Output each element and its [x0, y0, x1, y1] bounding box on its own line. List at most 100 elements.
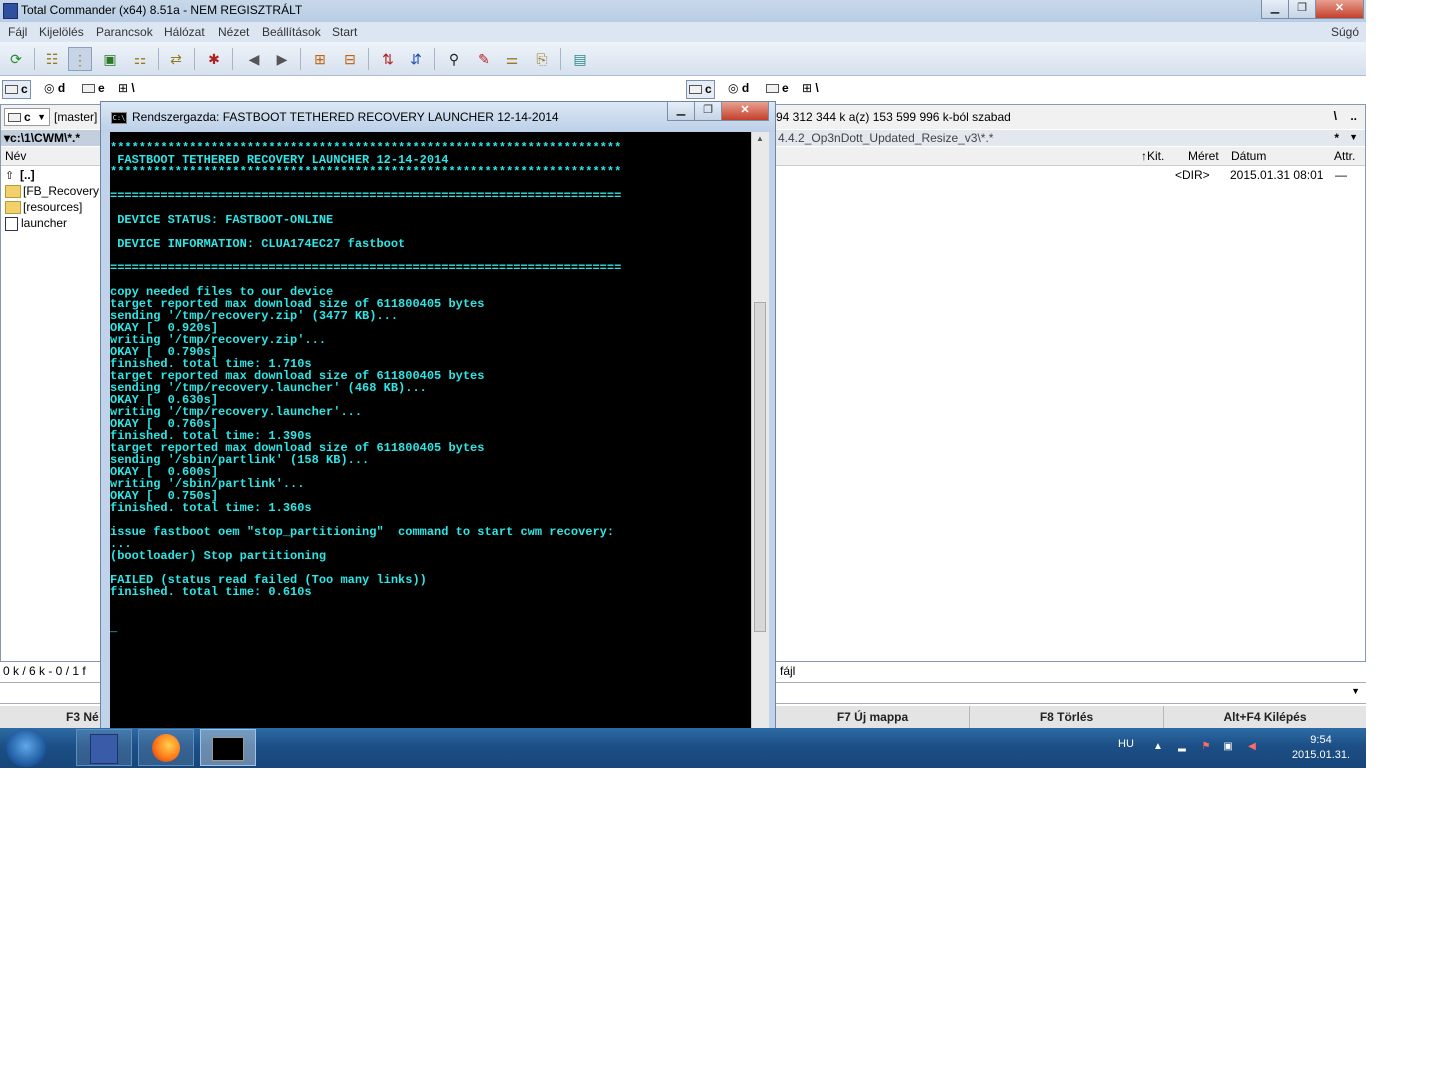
filter-button[interactable]: * [1334, 131, 1339, 145]
total-commander-task[interactable] [76, 729, 132, 766]
menu-commands[interactable]: Parancsok [96, 25, 153, 39]
left-drive-bar: c ◎ d e ⊞ \ [0, 78, 684, 100]
thumbnail-view-icon[interactable]: ▣ [98, 47, 122, 71]
drive-icon [5, 85, 18, 95]
toolbar-separator [34, 48, 35, 70]
drive-c-button[interactable]: c [686, 80, 715, 99]
console-window[interactable]: C:\ Rendszergazda: FASTBOOT TETHERED REC… [100, 101, 776, 742]
tray-expand-icon[interactable]: ▲ [1152, 741, 1164, 753]
sync-dirs-icon[interactable]: ⚌ [500, 47, 524, 71]
console-output-area[interactable]: ****************************************… [110, 132, 751, 742]
network-drive-button[interactable]: ⊞ \ [118, 80, 135, 97]
column-name-header[interactable]: Név [5, 149, 26, 163]
dir-date-cell: 2015.01.31 08:01 [1230, 168, 1324, 182]
console-output-text: ****************************************… [110, 141, 622, 635]
copy-names-icon[interactable]: ⎘ [530, 47, 554, 71]
start-button[interactable] [6, 729, 46, 767]
console-minimize-button[interactable]: ▁ [667, 102, 695, 121]
signal-icon[interactable]: ▂ [1176, 741, 1188, 753]
console-maximize-button[interactable]: ❐ [694, 102, 722, 121]
drive-e-button[interactable]: e [766, 80, 789, 97]
left-current-path: ▾c:\1\CWM\*.* [4, 131, 81, 145]
menu-help[interactable]: Súgó [1331, 25, 1359, 39]
url-connect-icon[interactable]: ⇵ [404, 47, 428, 71]
right-drive-info-row: 94 312 344 k a(z) 153 599 996 k-ból szab… [685, 105, 1365, 129]
menu-start[interactable]: Start [332, 25, 357, 39]
scrollbar-thumb[interactable] [754, 302, 766, 632]
console-close-button[interactable]: ✕ [721, 102, 769, 121]
language-indicator[interactable]: HU [1118, 738, 1134, 750]
console-task[interactable] [200, 729, 256, 766]
left-drive-dropdown[interactable]: c ▼ [4, 108, 50, 126]
menu-view[interactable]: Nézet [218, 25, 249, 39]
menu-settings[interactable]: Beállítások [262, 25, 321, 39]
ftp-connect-icon[interactable]: ⇅ [376, 47, 400, 71]
device-icon[interactable]: ▣ [1222, 741, 1234, 753]
network-icon: ⊞ [118, 81, 132, 95]
right-file-panel[interactable]: 94 312 344 k a(z) 153 599 996 k-ból szab… [684, 104, 1366, 662]
console-scrollbar[interactable]: ▲ [751, 132, 769, 742]
parent-dir-button[interactable]: .. [1350, 109, 1357, 123]
invert-selection-icon[interactable]: ⇄ [164, 47, 188, 71]
right-drive-bar: c ◎ d e ⊞ \ [684, 78, 1366, 100]
console-title-bar[interactable]: C:\ Rendszergazda: FASTBOOT TETHERED REC… [101, 102, 775, 132]
forward-arrow-icon[interactable]: ▶ [270, 47, 294, 71]
dir-attr-cell: — [1335, 168, 1347, 182]
cd-drive-icon: ◎ [44, 81, 58, 95]
history-dropdown-icon[interactable]: ▼ [1349, 132, 1358, 142]
clock-time: 9:54 [1310, 734, 1332, 746]
toolbar-separator [560, 48, 561, 70]
column-attr-header[interactable]: Attr. [1334, 149, 1355, 163]
file-row-folder[interactable]: [FB_Recovery [5, 183, 99, 199]
drive-c-button[interactable]: c [2, 80, 31, 99]
root-dir-button[interactable]: \ [1334, 109, 1337, 123]
column-ext-header[interactable]: ↑Kit. [1141, 149, 1164, 163]
drive-d-button[interactable]: ◎ d [44, 80, 65, 97]
menu-select[interactable]: Kijelölés [39, 25, 84, 39]
clock[interactable]: 9:54 2015.01.31. [1286, 733, 1356, 763]
tc-app-icon[interactable] [3, 3, 18, 19]
menu-file[interactable]: Fájl [8, 25, 27, 39]
folder-icon [5, 185, 21, 199]
file-row-file[interactable]: launcher [5, 215, 67, 231]
f7-new-folder-button[interactable]: F7 Új mappa [776, 706, 970, 728]
file-row-parent[interactable]: ⇧ [..] [5, 167, 35, 183]
toolbar-separator [368, 48, 369, 70]
pack-icon[interactable]: ⊞ [308, 47, 332, 71]
f8-delete-button[interactable]: F8 Törlés [970, 706, 1164, 728]
multi-rename-icon[interactable]: ✎ [472, 47, 496, 71]
refresh-icon[interactable]: ⟳ [4, 47, 28, 71]
firefox-task[interactable] [138, 729, 194, 766]
chevron-down-icon[interactable]: ▼ [1351, 686, 1360, 696]
back-arrow-icon[interactable]: ◀ [242, 47, 266, 71]
drive-icon [82, 84, 95, 94]
drive-e-button[interactable]: e [82, 80, 105, 97]
volume-muted-icon[interactable]: ◀ [1246, 741, 1258, 753]
dir-size-cell: <DIR> [1175, 168, 1210, 182]
maximize-button[interactable]: ❐ [1288, 0, 1316, 19]
desktop-screen: Total Commander (x64) 8.51a - NEM REGISZ… [0, 0, 1366, 768]
scroll-up-icon[interactable]: ▲ [756, 134, 764, 143]
tree-view-icon[interactable]: ⚏ [128, 47, 152, 71]
drive-d-button[interactable]: ◎ d [728, 80, 749, 97]
cd-drive-icon: ◎ [728, 81, 742, 95]
action-center-icon[interactable]: ⚑ [1200, 741, 1212, 753]
network-drive-button[interactable]: ⊞ \ [802, 80, 819, 97]
column-size-header[interactable]: Méret [1188, 149, 1219, 163]
column-date-header[interactable]: Dátum [1231, 149, 1266, 163]
notepad-icon[interactable]: ▤ [568, 47, 592, 71]
search-icon[interactable]: ⚲ [442, 47, 466, 71]
toolbar-separator [158, 48, 159, 70]
full-view-icon[interactable]: ⋮ [68, 47, 92, 71]
brief-view-icon[interactable]: ☷ [40, 47, 64, 71]
compare-icon[interactable]: ✱ [202, 47, 226, 71]
alt-f4-exit-button[interactable]: Alt+F4 Kilépés [1164, 706, 1366, 728]
toolbar: ⟳ ☷ ⋮ ▣ ⚏ ⇄ ✱ ◀ ▶ ⊞ ⊟ ⇅ ⇵ ⚲ ✎ ⚌ ⎘ ▤ [0, 42, 1366, 76]
unpack-icon[interactable]: ⊟ [338, 47, 362, 71]
taskbar: HU ▲ ▂ ⚑ ▣ ◀ 9:54 2015.01.31. [0, 728, 1366, 768]
right-path-bar[interactable]: 4.4.2_Op3nDott_Updated_Resize_v3\*.* * ▼ [685, 130, 1365, 146]
file-row-folder[interactable]: [resources] [5, 199, 82, 215]
minimize-button[interactable]: ▁ [1261, 0, 1289, 19]
menu-network[interactable]: Hálózat [164, 25, 205, 39]
close-button[interactable]: ✕ [1315, 0, 1364, 19]
